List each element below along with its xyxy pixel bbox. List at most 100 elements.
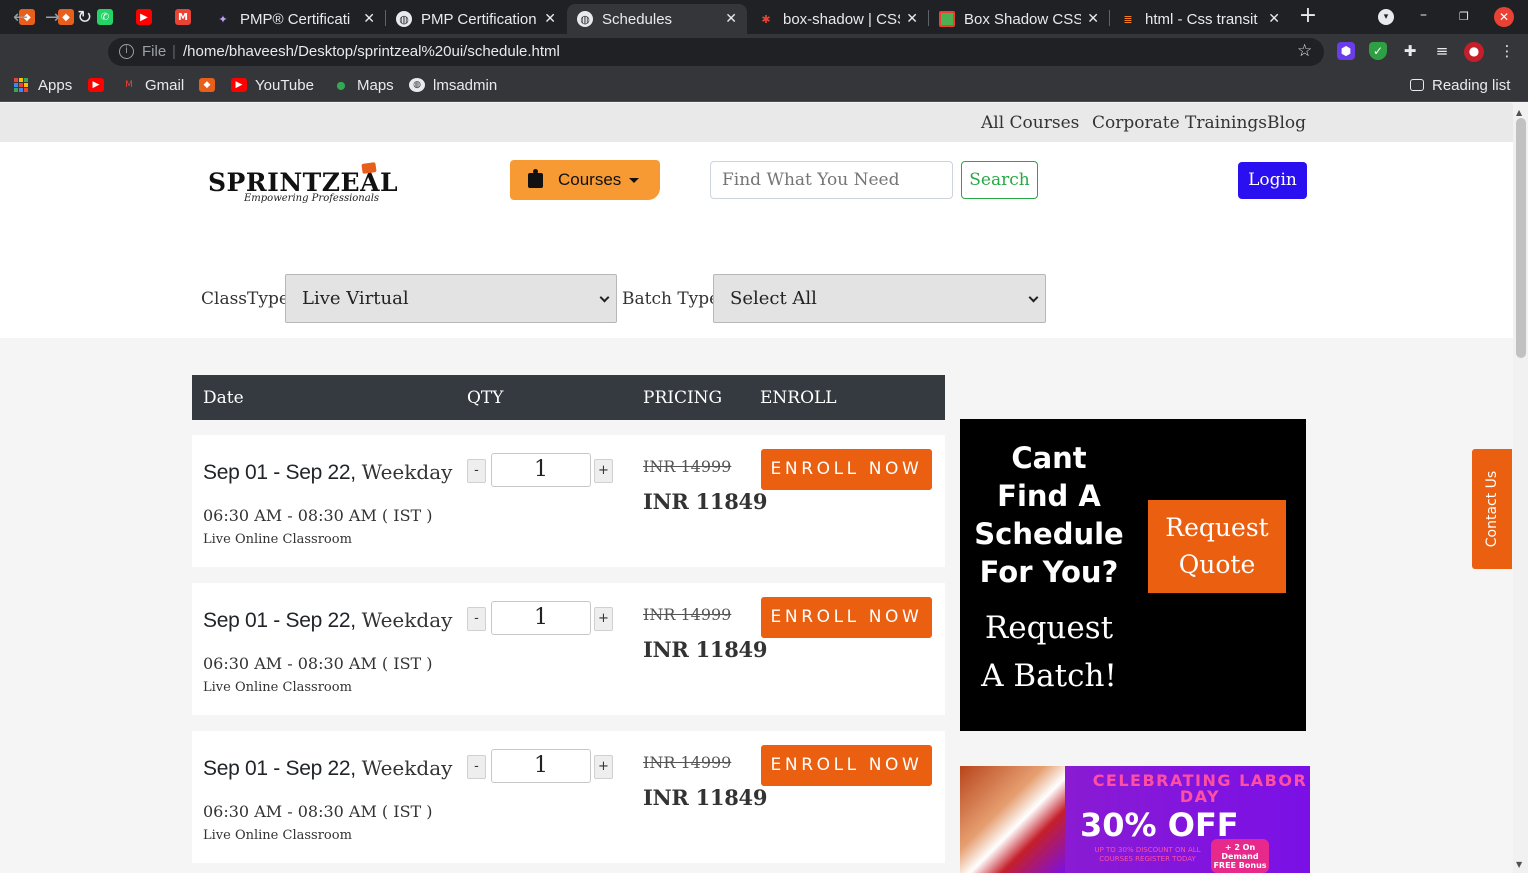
url-text[interactable]: /home/bhaveesh/Desktop/sprintzeal%20ui/s… [183,43,560,60]
bookmark-label: YouTube [255,76,314,94]
forward-icon[interactable]: → [45,7,60,28]
qty-decrement-button[interactable]: - [467,459,486,483]
scroll-up-arrow-icon[interactable]: ▲ [1516,108,1522,117]
schedule-row: Sep 01 - Sep 22, Weekday 06:30 AM - 08:3… [192,583,945,715]
qty-input[interactable]: 1 [491,453,591,487]
extension-shield-icon[interactable]: ✓ [1369,42,1387,60]
browser-tab[interactable]: ◍ PMP Certification ✕ [386,4,566,34]
bookmark-apps-label: Apps [38,76,73,94]
tab-close-icon[interactable]: ✕ [906,11,918,27]
window-close-icon[interactable]: ✕ [1494,7,1514,27]
discounted-price: INR 11849 [643,637,768,662]
browser-tab[interactable]: ✱ box-shadow | CSS ✕ [748,4,928,34]
youtube-icon: ▶ [136,9,152,25]
extensions-puzzle-icon[interactable]: ✚ [1401,42,1419,60]
nav-link-corporate-trainings[interactable]: Corporate Trainings [1092,113,1267,133]
browser-tab[interactable]: ≣ html - Css transit ✕ [1110,4,1290,34]
media-controls-icon[interactable]: ≡ [1433,42,1451,60]
batch-type-select[interactable]: Select All [713,274,1046,323]
discounted-price: INR 11849 [643,489,768,514]
tab-close-icon[interactable]: ✕ [1268,11,1280,27]
qty-input[interactable]: 1 [491,749,591,783]
browser-tab[interactable]: ✦ PMP® Certificati ✕ [205,4,385,34]
batch-mode: Live Online Classroom [203,828,352,843]
tab-close-icon[interactable]: ✕ [544,11,556,27]
qty-decrement-button[interactable]: - [467,755,486,779]
tab-close-icon[interactable]: ✕ [363,11,375,27]
browser-menu-icon[interactable]: ⋮ [1498,42,1516,60]
browser-tab[interactable]: Box Shadow CSS ✕ [929,4,1109,34]
login-button[interactable]: Login [1238,162,1307,199]
contact-us-tab[interactable]: Contact Us [1472,449,1512,569]
bookmark-star-icon[interactable]: ☆ [1297,41,1312,61]
enroll-now-button[interactable]: ENROLL NOW [761,597,932,638]
search-input[interactable] [710,161,953,199]
nav-link-blog[interactable]: Blog [1267,113,1306,133]
original-price: INR 14999 [643,753,732,772]
whatsapp-icon: ✆ [97,9,113,25]
extension-hexagon-icon[interactable]: ⬢ [1337,42,1355,60]
youtube-icon: ▶ [231,78,247,92]
column-date: Date [203,388,244,408]
pinned-tab[interactable]: ▶ [125,4,163,30]
search-button[interactable]: Search [961,161,1038,199]
tab-close-icon[interactable]: ✕ [725,11,737,27]
bookmark-item[interactable]: ▶ [88,76,112,94]
pinned-tab[interactable]: M [164,4,202,30]
profile-avatar[interactable]: ● [1464,42,1484,62]
tab-close-icon[interactable]: ✕ [1087,11,1099,27]
original-price: INR 14999 [643,457,732,476]
qty-increment-button[interactable]: + [594,755,613,779]
enroll-now-button[interactable]: ENROLL NOW [761,745,932,786]
stackoverflow-icon: ≣ [1123,13,1133,26]
globe-icon: ◍ [396,11,412,27]
class-type-select[interactable]: Live Virtual [285,274,617,323]
scrollbar-thumb[interactable] [1516,118,1526,358]
bookmark-item[interactable]: M Gmail [121,76,184,94]
minimize-icon[interactable]: – [1420,7,1427,23]
globe-icon: ◍ [409,78,425,92]
courses-label: Courses [558,170,622,189]
batch-time: 06:30 AM - 08:30 AM ( IST ) [203,654,433,673]
batch-weekday: Weekday [361,460,453,484]
browser-tab[interactable]: ◍ Schedules ✕ [567,4,747,34]
bookmark-item[interactable]: ◆ [199,76,223,94]
gmail-icon: M [125,80,133,90]
batch-date: Sep 01 - Sep 22, Weekday [203,756,453,780]
bookmark-item[interactable]: ◍ lmsadmin [409,76,497,94]
labor-day-offer-banner[interactable]: CELEBRATING LABOR DAY 30% OFF UP TO 30% … [960,766,1310,873]
bookmark-item[interactable]: ▶ YouTube [231,76,314,94]
reading-list-button[interactable]: Reading list [1410,76,1510,94]
site-header: SPRINTZEAL Empowering Professionals Cour… [0,142,1513,338]
new-tab-button[interactable]: + [1297,5,1319,28]
site-info-icon[interactable]: i [119,44,134,59]
batch-type-value: Select All [730,288,817,309]
qty-increment-button[interactable]: + [594,607,613,631]
scroll-down-arrow-icon[interactable]: ▼ [1516,860,1522,869]
reload-icon[interactable]: ↻ [77,7,92,28]
sprintzeal-favicon: ◆ [58,9,74,25]
caret-down-icon [629,177,640,183]
bookmark-apps[interactable]: Apps [14,76,72,94]
bookmark-item[interactable]: ⬤ Maps [333,76,394,94]
request-quote-button[interactable]: Request Quote [1148,500,1286,593]
discounted-price: INR 11849 [643,785,768,810]
promo-question: Cant Find A Schedule For You? [974,441,1124,589]
sprintzeal-logo[interactable]: SPRINTZEAL Empowering Professionals [208,162,398,204]
back-icon[interactable]: ← [13,7,28,28]
batch-date: Sep 01 - Sep 22, Weekday [203,608,453,632]
qty-decrement-button[interactable]: - [467,607,486,631]
banner-bonus-badge: + 2 On Demand FREE Bonus [1211,839,1269,873]
tab-search-icon[interactable]: ▾ [1378,9,1394,25]
nav-link-all-courses[interactable]: All Courses [981,113,1079,133]
courses-dropdown-button[interactable]: Courses [510,160,660,200]
reading-list-icon [1410,79,1424,91]
qty-input[interactable]: 1 [491,601,591,635]
batch-date: Sep 01 - Sep 22, Weekday [203,460,453,484]
enroll-now-button[interactable]: ENROLL NOW [761,449,932,490]
restore-icon[interactable]: ❐ [1459,10,1469,23]
qty-increment-button[interactable]: + [594,459,613,483]
bookmark-label: Maps [357,76,394,94]
batch-time: 06:30 AM - 08:30 AM ( IST ) [203,506,433,525]
apps-grid-icon [14,78,28,92]
